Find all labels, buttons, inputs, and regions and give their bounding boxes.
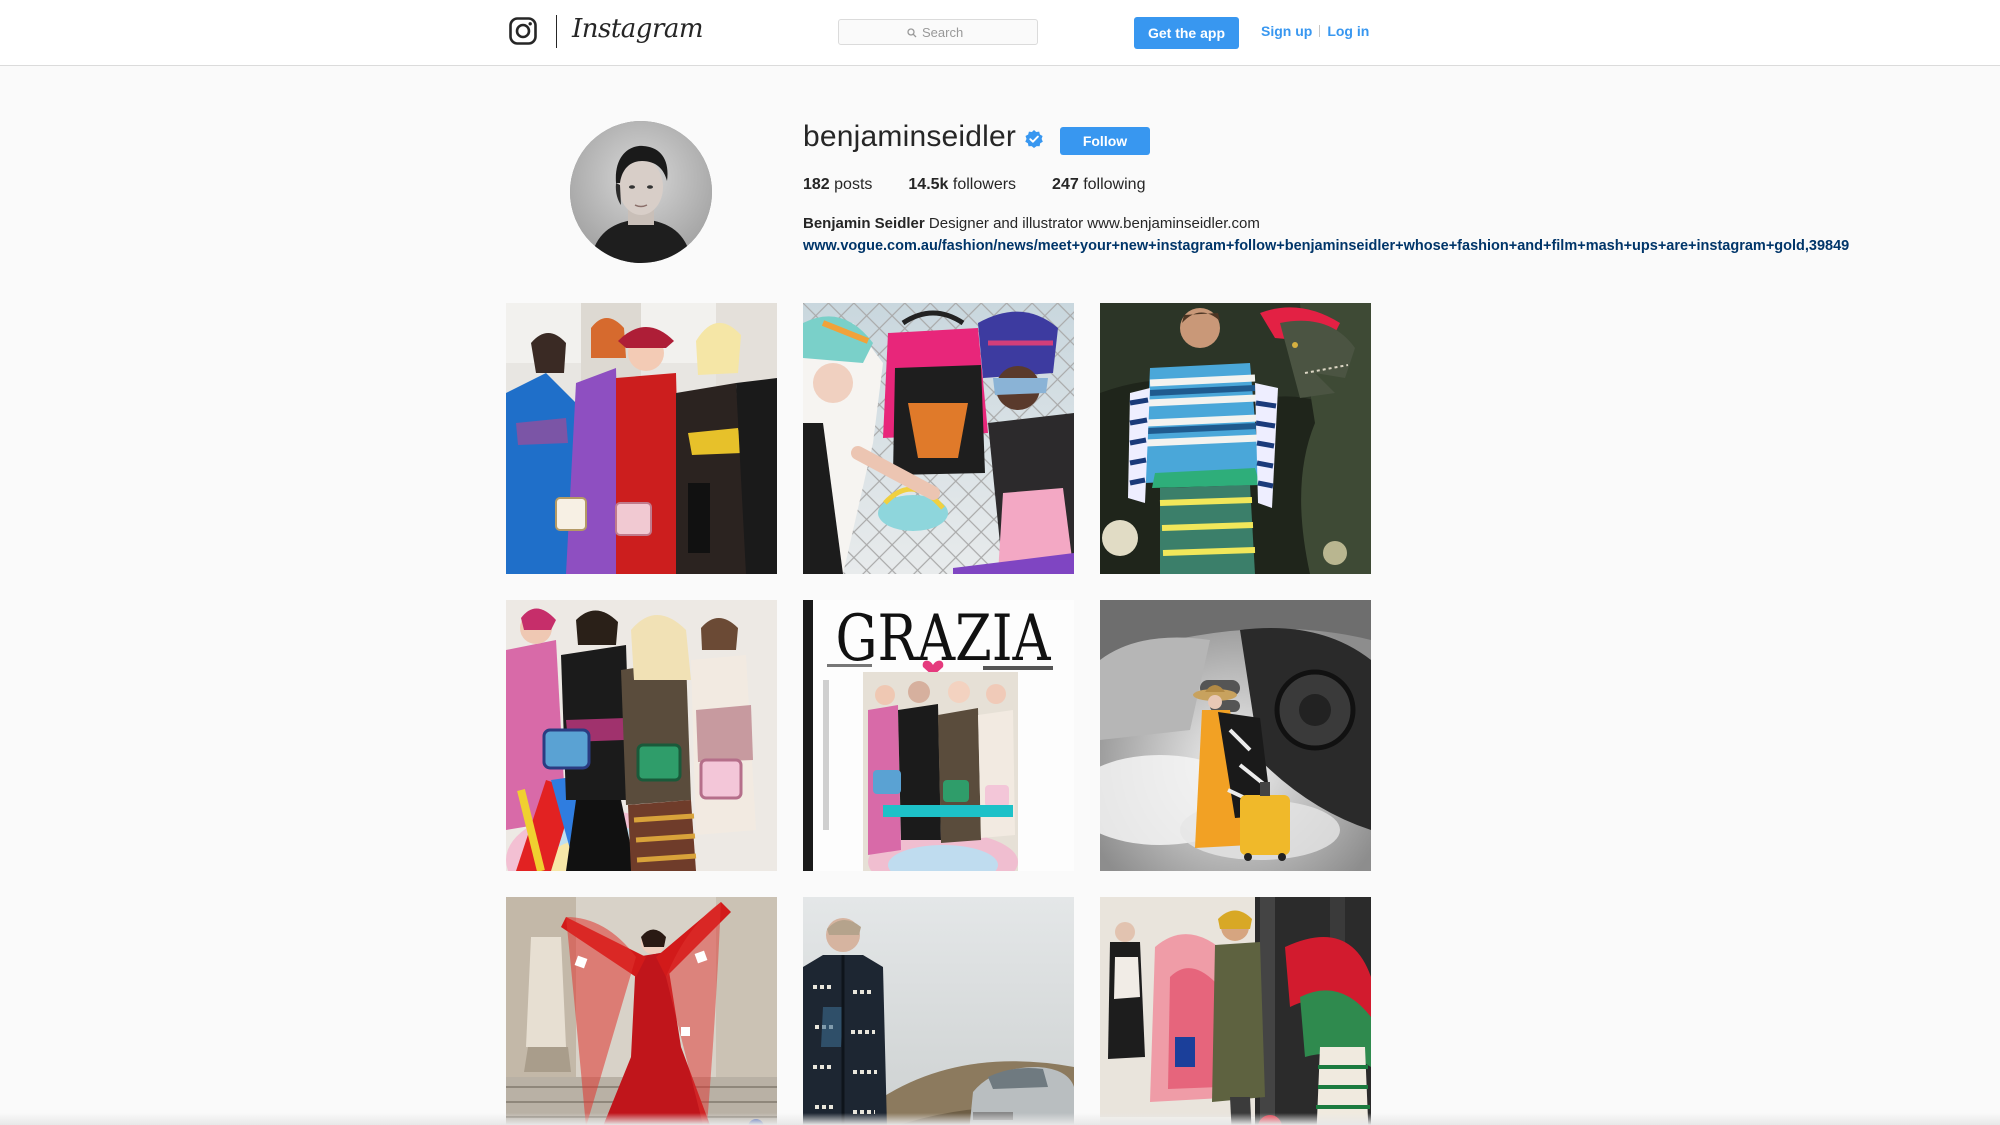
following-stat[interactable]: 247 following xyxy=(1052,176,1145,194)
post-red-gown-stairs[interactable] xyxy=(506,897,777,1125)
search-placeholder: Search xyxy=(922,25,964,40)
profile-bio: Benjamin Seidler Designer and illustrato… xyxy=(803,213,1849,257)
post-face-lift-collage[interactable] xyxy=(1100,897,1371,1125)
logo-divider xyxy=(556,15,557,48)
instagram-wordmark[interactable]: Instagram xyxy=(572,14,704,44)
posts-count: 182 xyxy=(803,176,830,193)
post-backpack-chainlink-fence[interactable] xyxy=(803,303,1074,574)
top-navigation-bar: Instagram Search Get the app Sign up Log… xyxy=(0,0,2000,66)
search-icon xyxy=(907,27,917,37)
log-in-link[interactable]: Log in xyxy=(1327,23,1369,39)
following-label: following xyxy=(1083,176,1146,193)
profile-username: benjaminseidler xyxy=(803,120,1017,153)
search-input[interactable]: Search xyxy=(838,19,1038,45)
followers-stat[interactable]: 14.5k followers xyxy=(908,176,1016,194)
get-the-app-button[interactable]: Get the app xyxy=(1134,17,1239,49)
profile-stats: 182 posts 14.5k followers 247 following xyxy=(803,176,1181,194)
bio-text: Designer and illustrator www.benjaminsei… xyxy=(928,215,1260,232)
post-group-colorful-dresses[interactable] xyxy=(506,303,777,574)
page-bottom-edge xyxy=(0,1113,2000,1125)
bio-external-link[interactable]: www.vogue.com.au/fashion/news/meet+your+… xyxy=(803,235,1849,257)
posts-stat: 182 posts xyxy=(803,176,872,194)
following-count: 247 xyxy=(1052,176,1079,193)
instagram-camera-icon[interactable] xyxy=(509,17,537,45)
post-yellow-coat-train[interactable] xyxy=(1100,600,1371,871)
link-divider xyxy=(1319,25,1321,37)
sign-up-link[interactable]: Sign up xyxy=(1261,23,1312,39)
post-grazia-cover[interactable]: GRAZIA xyxy=(803,600,1074,871)
profile-username-row: benjaminseidler xyxy=(803,120,1044,154)
follow-button[interactable]: Follow xyxy=(1060,127,1150,155)
verified-badge-icon xyxy=(1025,129,1043,148)
posts-grid: GRAZIA xyxy=(506,303,1371,1125)
post-group-gucci-bags[interactable] xyxy=(506,600,777,871)
post-man-aston-martin[interactable] xyxy=(803,897,1074,1125)
followers-count: 14.5k xyxy=(908,176,949,193)
followers-label: followers xyxy=(952,176,1017,193)
post-man-with-dinosaur[interactable] xyxy=(1100,303,1371,574)
posts-label: posts xyxy=(834,176,873,193)
auth-links: Sign up Log in xyxy=(1261,23,1369,39)
profile-full-name: Benjamin Seidler xyxy=(803,215,925,232)
profile-avatar[interactable] xyxy=(570,121,712,263)
